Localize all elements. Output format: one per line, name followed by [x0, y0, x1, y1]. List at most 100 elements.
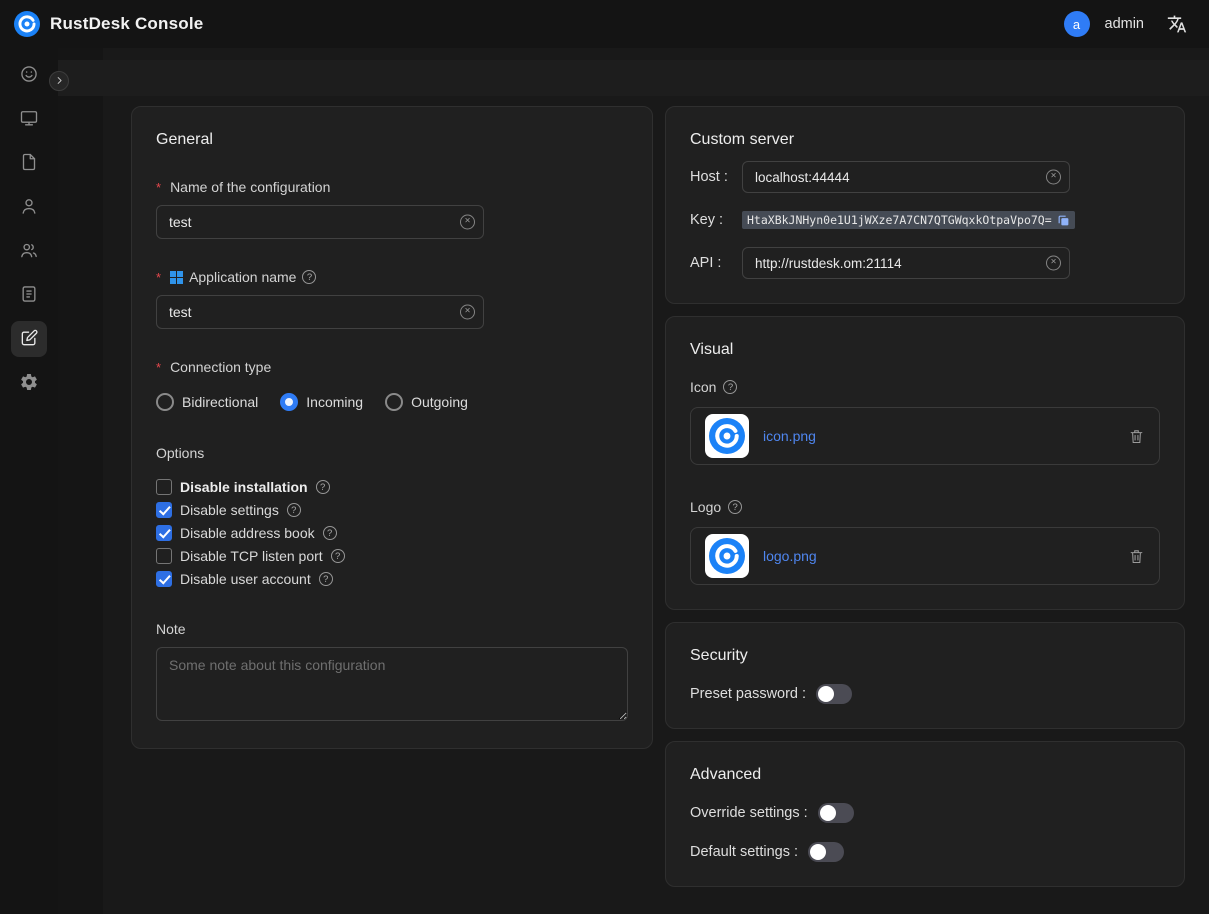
sidebar-gutter	[58, 48, 103, 914]
radio-icon[interactable]	[280, 393, 298, 411]
checkbox-disable-installation[interactable]: Disable installation	[156, 479, 628, 495]
checkbox-icon[interactable]	[156, 479, 172, 495]
key-row: Key : HtaXBkJNHyn0e1U1jWXze7A7CN7QTGWqxk…	[690, 205, 1160, 235]
clear-icon[interactable]	[1046, 256, 1061, 271]
visual-panel: Visual Icon icon.png	[665, 316, 1185, 610]
sidebar-item-settings[interactable]	[11, 365, 47, 401]
security-title: Security	[690, 647, 1160, 665]
sidebar-item-users[interactable]	[11, 189, 47, 225]
help-icon[interactable]	[331, 549, 345, 563]
sidebar-item-documents[interactable]	[11, 145, 47, 181]
topbar: RustDesk Console a admin	[0, 0, 1209, 48]
trash-icon[interactable]	[1128, 428, 1145, 445]
checkbox-disable-settings[interactable]: Disable settings	[156, 502, 628, 518]
body: General Name of the configuration	[0, 48, 1209, 914]
checkbox-icon[interactable]	[156, 502, 172, 518]
sidebar	[0, 48, 58, 914]
app-title: RustDesk Console	[50, 14, 203, 34]
clear-icon[interactable]	[460, 305, 475, 320]
host-field	[742, 161, 1070, 193]
api-input[interactable]	[742, 247, 1070, 279]
username[interactable]: admin	[1105, 16, 1145, 32]
application-name-input[interactable]	[156, 295, 484, 329]
sidebar-item-status[interactable]	[11, 57, 47, 93]
gear-icon	[19, 372, 39, 395]
brand: RustDesk Console	[14, 11, 203, 37]
help-icon[interactable]	[723, 380, 737, 394]
icon-file-link[interactable]: icon.png	[763, 428, 816, 444]
help-icon[interactable]	[319, 572, 333, 586]
help-icon[interactable]	[302, 270, 316, 284]
host-row: Host :	[690, 161, 1160, 193]
sidebar-expand-button[interactable]	[49, 71, 69, 91]
logo-preview-image	[705, 534, 749, 578]
required-asterisk	[156, 269, 164, 285]
logo-file-link[interactable]: logo.png	[763, 548, 817, 564]
checkbox-icon[interactable]	[156, 548, 172, 564]
sidebar-item-groups[interactable]	[11, 233, 47, 269]
sidebar-item-logs[interactable]	[11, 277, 47, 313]
radio-icon[interactable]	[385, 393, 403, 411]
preset-password-label: Preset password :	[690, 686, 806, 702]
monitor-icon	[19, 108, 39, 131]
help-icon[interactable]	[323, 526, 337, 540]
content: General Name of the configuration	[131, 106, 1185, 887]
host-input[interactable]	[742, 161, 1070, 193]
translate-icon[interactable]	[1167, 14, 1187, 34]
checkbox-disable-tcp-listen-port[interactable]: Disable TCP listen port	[156, 548, 628, 564]
edit-icon	[19, 328, 39, 351]
custom-server-panel: Custom server Host : Key : HtaXBkJNHyn	[665, 106, 1185, 304]
options-label: Options	[156, 445, 628, 461]
security-panel: Security Preset password :	[665, 622, 1185, 729]
advanced-panel: Advanced Override settings : Default set…	[665, 741, 1185, 887]
config-name-input[interactable]	[156, 205, 484, 239]
trash-icon[interactable]	[1128, 548, 1145, 565]
default-settings-toggle[interactable]	[808, 842, 844, 862]
copy-icon[interactable]	[1057, 214, 1070, 227]
icon-file-box: icon.png	[690, 407, 1160, 465]
preset-password-toggle[interactable]	[816, 684, 852, 704]
chevron-right-icon	[54, 74, 65, 89]
icon-preview-image	[705, 414, 749, 458]
smiley-icon	[19, 64, 39, 87]
help-icon[interactable]	[287, 503, 301, 517]
radio-outgoing[interactable]: Outgoing	[385, 393, 468, 411]
note-label: Note	[156, 621, 628, 637]
main-area: General Name of the configuration	[58, 48, 1209, 914]
general-title: General	[156, 131, 628, 149]
sidebar-item-devices[interactable]	[11, 101, 47, 137]
connection-type-radios: Bidirectional Incoming Outgoing	[156, 393, 628, 411]
user-avatar[interactable]: a	[1064, 11, 1090, 37]
clear-icon[interactable]	[1046, 170, 1061, 185]
config-name-label: Name of the configuration	[156, 179, 628, 195]
checkbox-icon[interactable]	[156, 525, 172, 541]
override-settings-row: Override settings :	[690, 803, 1160, 823]
default-settings-row: Default settings :	[690, 842, 1160, 862]
visual-title: Visual	[690, 341, 1160, 359]
topbar-right: a admin	[1064, 11, 1188, 37]
user-icon	[19, 196, 39, 219]
radio-bidirectional[interactable]: Bidirectional	[156, 393, 258, 411]
override-settings-label: Override settings :	[690, 805, 808, 821]
default-settings-label: Default settings :	[690, 844, 798, 860]
journal-icon	[19, 284, 39, 307]
custom-server-title: Custom server	[690, 131, 1160, 149]
checkbox-disable-user-account[interactable]: Disable user account	[156, 571, 628, 587]
host-label: Host :	[690, 169, 742, 185]
checkbox-icon[interactable]	[156, 571, 172, 587]
general-panel: General Name of the configuration	[131, 106, 653, 749]
logo-file-box: logo.png	[690, 527, 1160, 585]
required-asterisk	[156, 359, 164, 375]
sidebar-item-custom-clients[interactable]	[11, 321, 47, 357]
override-settings-toggle[interactable]	[818, 803, 854, 823]
api-label: API :	[690, 255, 742, 271]
clear-icon[interactable]	[460, 215, 475, 230]
radio-incoming[interactable]: Incoming	[280, 393, 363, 411]
windows-icon	[170, 271, 183, 284]
radio-icon[interactable]	[156, 393, 174, 411]
help-icon[interactable]	[316, 480, 330, 494]
checkbox-disable-address-book[interactable]: Disable address book	[156, 525, 628, 541]
logo-label: Logo	[690, 499, 1160, 515]
help-icon[interactable]	[728, 500, 742, 514]
note-textarea[interactable]	[156, 647, 628, 721]
